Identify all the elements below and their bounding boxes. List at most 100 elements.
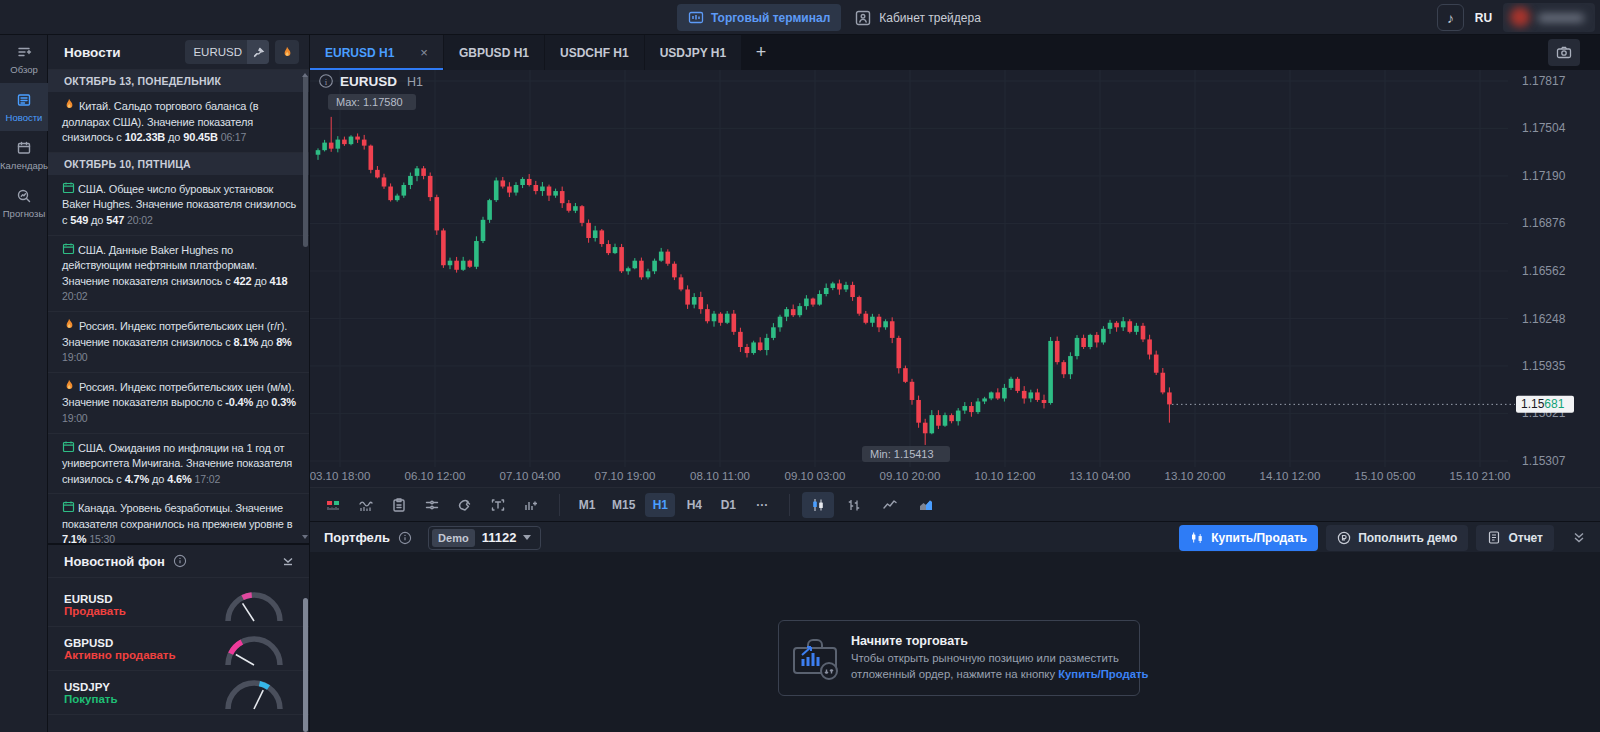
shapes-icon[interactable] [450,492,480,518]
sidebar-item-новости[interactable]: Новости [0,83,48,131]
sidebar-item-label: Обзор [10,64,37,75]
person-icon [855,10,871,26]
chart-tab-usdchf[interactable]: USDCHF H1 [545,35,644,70]
briefcase-icon [791,635,839,681]
add-tab-button[interactable]: + [742,35,780,70]
collapse-icon[interactable] [281,555,295,567]
news-item[interactable]: США. Общее число буровых установок Baker… [48,175,309,236]
calendar-icon [62,242,75,255]
scrollbar-thumb[interactable] [303,598,308,732]
add-study-icon[interactable] [516,492,546,518]
bars-icon[interactable] [838,492,870,518]
events-icon[interactable] [384,492,414,518]
account-blurred-chip[interactable] [1503,3,1595,32]
info-icon[interactable] [398,531,412,545]
svg-text:1.15307: 1.15307 [1522,454,1566,468]
language-button[interactable]: RU [1470,4,1497,31]
news-time: 20:02 [62,290,88,302]
gauge-signal: Покупать [64,693,118,705]
area-icon[interactable] [910,492,942,518]
svg-text:10.10 12:00: 10.10 12:00 [975,470,1036,482]
news-filter-chip[interactable]: EURUSD [185,40,269,64]
trading-terminal-tab[interactable]: Торговый терминал [677,4,841,31]
tab-label: EURUSD H1 [325,46,394,60]
buy-sell-link[interactable]: Купить/Продать [1058,668,1148,680]
screenshot-button[interactable] [1548,39,1580,66]
report-button[interactable]: Отчет [1476,525,1554,551]
news-item[interactable]: США. Ожидания по инфляции на 1 год от ун… [48,434,309,495]
gauge-signal: Продавать [64,605,126,617]
buy-sell-icon [1190,530,1204,545]
close-icon[interactable]: × [420,45,428,60]
gauge-list: EURUSD Продавать GBPUSD Активно продават… [48,578,309,715]
timeframe-h1[interactable]: H1 [645,493,675,517]
line-icon[interactable] [874,492,906,518]
sidebar-item-календарь[interactable]: Календарь [0,131,48,179]
chart-tab-usdjpy[interactable]: USDJPY H1 [645,35,741,70]
account-selector[interactable]: Demo 11122 [428,526,541,550]
top-bar: Торговый терминал Кабинет трейдера ♪ RU [0,0,1600,35]
chevron-down-icon [523,535,531,540]
sidebar-item-label: Календарь [0,160,48,171]
portfolio-content-area: Начните торговать Чтобы открыть рыночную… [310,552,1600,732]
news-date-header: ОКТЯБРЬ 10, ПЯТНИЦА [48,153,309,175]
chart-tab-eurusd[interactable]: EURUSD H1 × [310,35,443,70]
svg-text:13.10 04:00: 13.10 04:00 [1070,470,1131,482]
timeframe-d1[interactable]: D1 [713,493,743,517]
svg-text:1.16562: 1.16562 [1522,264,1566,278]
sidebar-item-прогнозы[interactable]: Прогнозы [0,179,48,227]
svg-text:15.10 05:00: 15.10 05:00 [1355,470,1416,482]
svg-text:07.10 04:00: 07.10 04:00 [500,470,561,482]
scroll-up-arrow[interactable] [302,73,308,77]
timeframe-···[interactable]: ··· [747,493,777,517]
pin-icon[interactable] [247,40,269,64]
hot-news-filter-button[interactable] [275,40,299,64]
gauge-dial [221,587,287,625]
news-item[interactable]: США. Данные Baker Hughes по действующим … [48,236,309,312]
info-icon[interactable] [173,554,187,568]
text-tool-icon[interactable] [483,492,513,518]
news-time: 17:02 [195,473,221,485]
candlestick-chart[interactable]: 03.10 18:0006.10 12:0007.10 04:0007.10 1… [310,70,1600,487]
collapse-panel-icon[interactable] [1572,531,1586,544]
gauge-signal: Активно продавать [64,649,176,661]
chart-tab-gbpusd[interactable]: GBPUSD H1 [444,35,544,70]
svg-text:1.16248: 1.16248 [1522,312,1566,326]
gauge-symbol: EURUSD [64,593,126,605]
avatar [1510,7,1530,27]
lines-icon[interactable] [417,492,447,518]
deposit-demo-button[interactable]: Пополнить демо [1326,525,1468,551]
svg-text:Min: 1.15413: Min: 1.15413 [870,448,934,460]
chart-toolbar: M1M15H1H4D1··· [310,487,1600,521]
flame-icon [62,379,76,392]
trader-cabinet-tab[interactable]: Кабинет трейдера [855,4,981,31]
timeframe-m15[interactable]: M15 [606,493,641,517]
timeframe-h4[interactable]: H4 [679,493,709,517]
news-background-row-gbpusd[interactable]: GBPUSD Активно продавать [48,627,309,671]
news-item[interactable]: Китай. Сальдо торгового баланса (в долла… [48,92,309,153]
calendar-icon [62,440,75,453]
sidebar-item-обзор[interactable]: Обзор [0,35,48,83]
timeframe-m1[interactable]: M1 [572,493,602,517]
sidebar-item-label: Прогнозы [3,208,45,219]
candles-icon[interactable] [802,492,834,518]
sound-notification-button[interactable]: ♪ [1437,4,1464,31]
watchlist-icon[interactable] [318,492,348,518]
news-item[interactable]: Россия. Индекс потребительских цен (г/г)… [48,312,309,373]
buy-sell-button[interactable]: Купить/Продать [1179,525,1318,551]
news-time: 20:02 [127,214,153,226]
account-name-blurred [1538,14,1584,22]
report-icon [1487,530,1501,545]
news-item[interactable]: Россия. Индекс потребительских цен (м/м)… [48,373,309,434]
news-date-header: ОКТЯБРЬ 13, ПОНЕДЕЛЬНИК [48,70,309,92]
tab-label: USDCHF H1 [560,46,629,60]
news-background-row-eurusd[interactable]: EURUSD Продавать [48,583,309,627]
chart-column: EURUSD H1 × GBPUSD H1 USDCHF H1 USDJPY H1+ 0… [310,35,1600,732]
indicators-icon[interactable] [351,492,381,518]
scrollbar-thumb[interactable] [303,75,308,247]
scroll-down-arrow[interactable] [302,535,308,539]
account-type-badge: Demo [432,529,475,547]
svg-text:1.15681: 1.15681 [1521,397,1565,411]
news-background-row-usdjpy[interactable]: USDJPY Покупать [48,671,309,715]
divider [789,494,790,516]
